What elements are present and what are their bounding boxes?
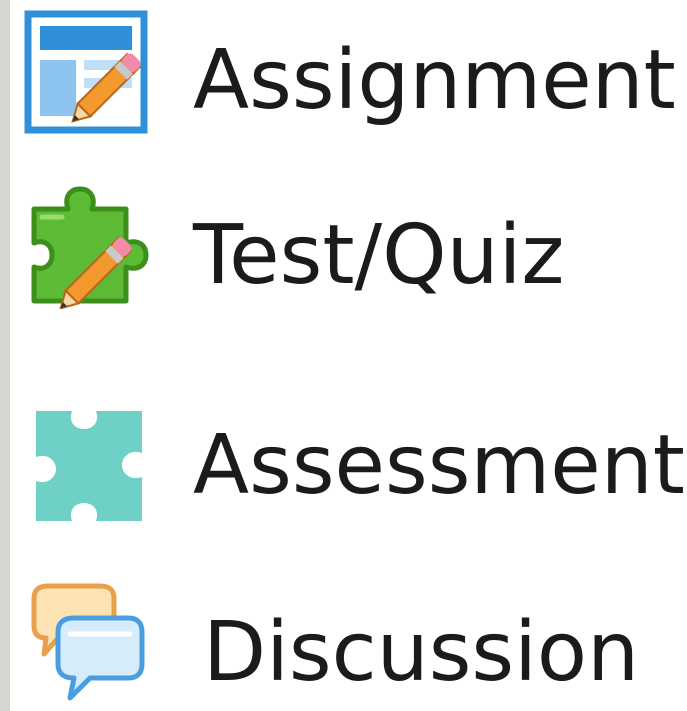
assessment-icon [22, 403, 150, 531]
left-edge-divider [0, 0, 10, 711]
menu-item-test-quiz[interactable]: Test/Quiz [10, 175, 687, 315]
test-quiz-icon [22, 181, 150, 309]
menu-item-label: Discussion [203, 605, 640, 700]
menu-item-label: Assignment [193, 33, 676, 128]
menu-item-label: Test/Quiz [193, 208, 565, 303]
menu-item-label: Assessment [193, 418, 685, 513]
menu-item-discussion[interactable]: Discussion [10, 570, 687, 710]
activity-type-menu: Assignment Test/Quiz Assessment Discussi… [10, 0, 687, 711]
assignment-icon [22, 8, 150, 136]
menu-item-assignment[interactable]: Assignment [10, 0, 687, 140]
discussion-icon [22, 578, 150, 706]
menu-item-assessment[interactable]: Assessment [10, 395, 687, 535]
